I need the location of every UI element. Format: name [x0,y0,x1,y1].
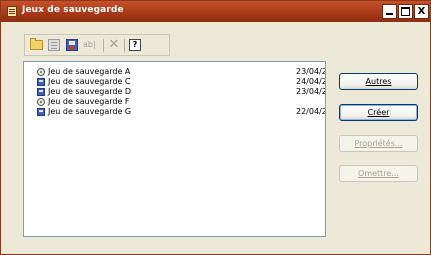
omettre-button[interactable]: Omettre... [339,165,418,182]
autres-button[interactable]: Autres [339,73,418,90]
title-bar[interactable]: Jeux de sauvegarde X [1,1,430,22]
backup-sets-list[interactable]: Jeu de sauvegarde A 23/04/2003 Jeu de sa… [23,61,326,237]
toolbar-separator [124,39,125,52]
minimize-button[interactable] [382,4,397,19]
toolbar: ab| ✕ ? [24,34,170,56]
network-icon [37,98,45,106]
app-icon [7,6,17,17]
delete-icon[interactable]: ✕ [108,38,120,52]
network-icon [37,68,45,76]
disk-icon [37,108,45,116]
item-date: 23/04/2003 [296,67,325,76]
list-item[interactable]: Jeu de sauvegarde F [37,97,325,107]
proprietes-button[interactable]: Propriétés... [339,135,418,152]
help-icon[interactable]: ? [129,39,141,51]
creer-button[interactable]: Créer [339,104,418,121]
item-date: 22/04/2003 [296,107,325,116]
item-name: Jeu de sauvegarde D [48,87,132,96]
list-item[interactable]: Jeu de sauvegarde G 22/04/2003 [37,107,325,117]
list-item[interactable]: Jeu de sauvegarde A 23/04/2003 [37,67,325,77]
disk-icon [37,88,45,96]
item-name: Jeu de sauvegarde G [48,107,132,116]
dialog-window: Jeux de sauvegarde X ab| ✕ ? Jeu de sauv… [0,0,431,255]
window-title: Jeux de sauvegarde [22,5,124,15]
disk-icon [37,78,45,86]
item-date: 24/04/2003 [296,77,325,86]
item-date: 23/04/2003 [296,87,325,96]
new-folder-icon[interactable] [30,38,43,50]
properties-icon[interactable] [48,39,60,51]
rename-icon[interactable]: ab| [83,39,101,51]
item-name: Jeu de sauvegarde A [48,67,131,76]
toolbar-separator [103,39,104,52]
list-item[interactable]: Jeu de sauvegarde C 24/04/2003 [37,77,325,87]
maximize-button[interactable] [398,4,413,19]
list-item[interactable]: Jeu de sauvegarde D 23/04/2003 [37,87,325,97]
item-name: Jeu de sauvegarde F [48,97,130,106]
save-icon[interactable] [66,39,78,51]
item-name: Jeu de sauvegarde C [48,77,131,86]
close-button[interactable]: X [414,4,429,19]
